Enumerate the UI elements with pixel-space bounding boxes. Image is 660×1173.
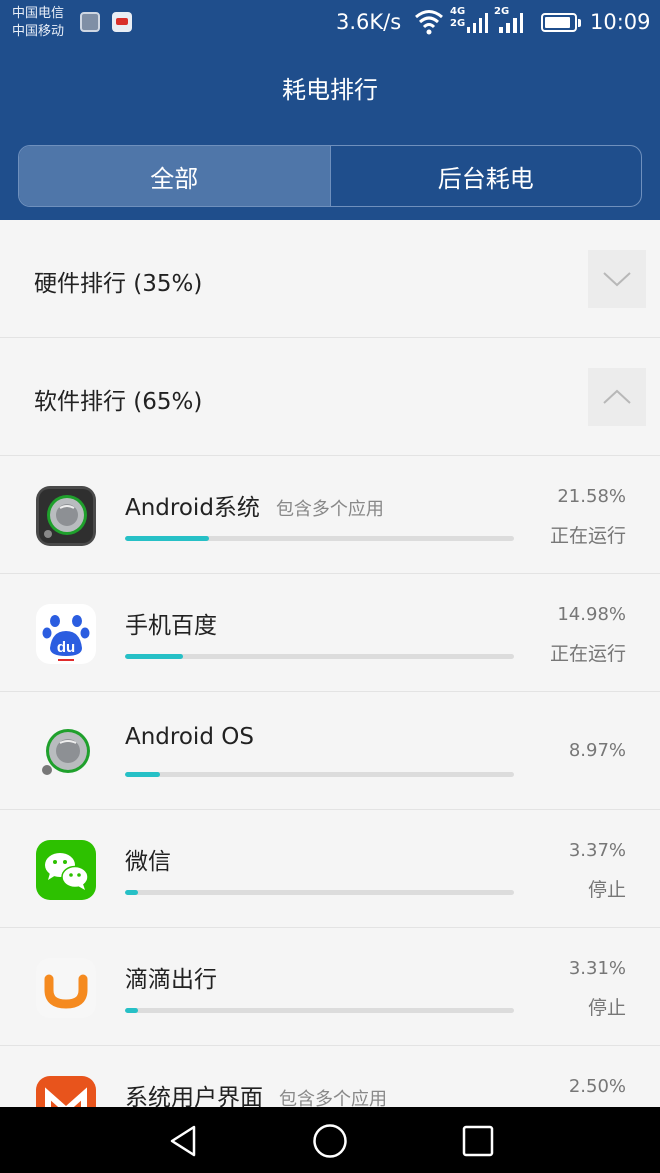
net-type-1: 4G (450, 6, 466, 17)
app-title: 系统用户界面 (125, 1085, 263, 1107)
app-title: 微信 (125, 849, 171, 875)
usage-bar (125, 890, 514, 895)
svg-text:du: du (57, 639, 75, 656)
navigation-bar (0, 1107, 660, 1173)
usage-percent: 8.97% (568, 740, 626, 761)
app-title: 手机百度 (125, 613, 217, 639)
collapse-button[interactable] (588, 368, 646, 426)
app-title: Android OS (125, 724, 254, 750)
section-software[interactable]: 软件排行 (65%) (0, 338, 660, 456)
usage-bar (125, 772, 514, 777)
tab-all[interactable]: 全部 (19, 146, 330, 206)
usage-bar-fill (125, 1008, 138, 1013)
carrier-1: 中国电信 (12, 6, 65, 21)
ranking-list: 硬件排行 (35%) 软件排行 (65%) Android系统 包含多个应用 2… (0, 220, 660, 1107)
usage-bar-fill (125, 772, 160, 777)
net-speed: 3.6K/s (336, 10, 402, 34)
app-state: 正在运行 (549, 643, 626, 665)
usage-bar (125, 536, 514, 541)
app-name: 滴滴出行 (125, 960, 217, 994)
battery-icon (541, 13, 581, 32)
header: 中国电信 中国移动 3.6K/s 4G 2G 2G 10:09 耗电排行 全部 … (0, 0, 660, 220)
chevron-up-icon (603, 389, 631, 404)
android-os-icon (36, 722, 96, 782)
usage-percent: 14.98% (557, 604, 626, 625)
app-subtitle: 包含多个应用 (275, 499, 384, 520)
usage-percent: 2.50% (568, 1076, 626, 1097)
back-icon[interactable] (166, 1123, 202, 1159)
usage-percent: 3.31% (568, 958, 626, 979)
chevron-down-icon (603, 272, 631, 287)
net-type-2: 2G (450, 18, 466, 29)
app-name: Android OS (125, 724, 254, 750)
recents-icon[interactable] (460, 1123, 496, 1159)
wifi-icon (415, 10, 443, 35)
android-system-icon (36, 486, 96, 546)
list-item[interactable]: 微信 3.37% 停止 (0, 810, 660, 928)
app-notification-icon (112, 12, 132, 32)
clock: 10:09 (590, 10, 651, 34)
signal-icon (467, 13, 488, 33)
network-type-label: 4G 2G (450, 6, 465, 30)
list-item[interactable]: 系统用户界面 包含多个应用 2.50% (0, 1046, 660, 1107)
app-name: Android系统 包含多个应用 (125, 488, 384, 522)
list-item[interactable]: 滴滴出行 3.31% 停止 (0, 928, 660, 1046)
usage-percent: 21.58% (557, 486, 626, 507)
app-name: 系统用户界面 包含多个应用 (125, 1078, 387, 1107)
section-hardware[interactable]: 硬件排行 (35%) (0, 220, 660, 338)
status-bar: 中国电信 中国移动 3.6K/s 4G 2G 2G 10:09 (0, 0, 660, 46)
carrier-labels: 中国电信 中国移动 (12, 5, 64, 41)
system-ui-icon (36, 1076, 96, 1107)
home-icon[interactable] (312, 1123, 348, 1159)
expand-button[interactable] (588, 250, 646, 308)
app-name: 手机百度 (125, 606, 217, 640)
tab-background[interactable]: 后台耗电 (329, 146, 642, 206)
gallery-notification-icon (80, 12, 100, 32)
didi-icon (36, 958, 96, 1018)
app-subtitle: 包含多个应用 (279, 1089, 387, 1107)
page-title: 耗电排行 (282, 76, 378, 104)
app-state: 正在运行 (549, 525, 626, 547)
app-title: 滴滴出行 (125, 967, 217, 993)
app-name: 微信 (125, 842, 171, 876)
tab-switcher: 全部 后台耗电 (18, 145, 642, 207)
app-state: 停止 (587, 997, 626, 1019)
wechat-icon (36, 840, 96, 900)
list-item[interactable]: du 手机百度 14.98% 正在运行 (0, 574, 660, 692)
usage-percent: 3.37% (568, 840, 626, 861)
list-item[interactable]: Android OS 8.97% (0, 692, 660, 810)
section-label: 硬件排行 (35%) (34, 271, 203, 297)
usage-bar-fill (125, 654, 184, 659)
signal-icon (499, 13, 523, 33)
usage-bar (125, 654, 514, 659)
app-title: Android系统 (125, 495, 260, 521)
usage-bar-fill (125, 536, 209, 541)
app-state: 停止 (587, 879, 626, 901)
usage-bar (125, 1008, 514, 1013)
section-label: 软件排行 (65%) (34, 389, 203, 415)
baidu-icon: du (36, 604, 96, 664)
list-item[interactable]: Android系统 包含多个应用 21.58% 正在运行 (0, 456, 660, 574)
usage-bar-fill (125, 890, 139, 895)
carrier-2: 中国移动 (12, 24, 65, 39)
